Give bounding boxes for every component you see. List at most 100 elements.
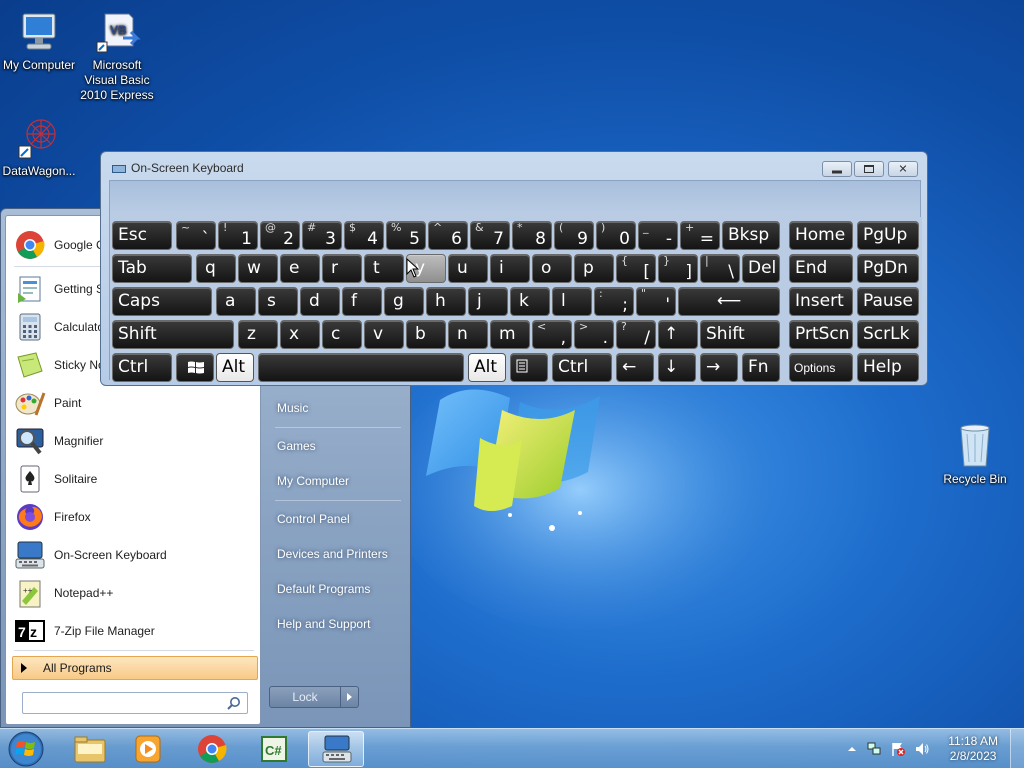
start-right-control-panel[interactable]: Control Panel <box>273 504 403 534</box>
start-right-games[interactable]: Games <box>273 431 403 461</box>
taskbar-chrome[interactable] <box>184 731 240 767</box>
key-u[interactable]: u <box>448 254 488 283</box>
key-space[interactable] <box>258 353 464 382</box>
desktop-icon-recycle-bin[interactable]: Recycle Bin <box>933 422 1017 487</box>
key-sym[interactable]: {[ <box>616 254 656 283</box>
key-scrlk[interactable]: ScrLk <box>857 320 919 349</box>
start-right-devices-printers[interactable]: Devices and Printers <box>273 539 403 569</box>
key-caps[interactable]: Caps <box>112 287 212 316</box>
key-sym[interactable]: >. <box>574 320 614 349</box>
key-fn[interactable]: Fn <box>742 353 780 382</box>
start-right-help-support[interactable]: Help and Support <box>273 609 403 639</box>
key-bksp[interactable]: Bksp <box>722 221 780 250</box>
key-7[interactable]: & 7 <box>470 221 510 250</box>
desktop-icon-my-computer[interactable]: My Computer <box>0 8 81 73</box>
key-w[interactable]: w <box>238 254 278 283</box>
key-b[interactable]: b <box>406 320 446 349</box>
start-item-solitaire[interactable]: Solitaire <box>8 460 256 498</box>
key-pause[interactable]: Pause <box>857 287 919 316</box>
key-del[interactable]: Del <box>742 254 780 283</box>
shutdown-options-arrow[interactable] <box>341 686 359 708</box>
key-menu[interactable] <box>510 353 548 382</box>
key-s[interactable]: s <box>258 287 298 316</box>
key-options[interactable]: Options <box>789 353 853 382</box>
taskbar-media-player[interactable] <box>120 731 176 767</box>
start-right-my-computer[interactable]: My Computer <box>273 466 403 496</box>
close-button[interactable]: ✕ <box>888 161 918 177</box>
key-6[interactable]: ^ 6 <box>428 221 468 250</box>
key-m[interactable]: m <box>490 320 530 349</box>
taskbar-csharp-express[interactable]: C# <box>246 731 302 767</box>
key-5[interactable]: % 5 <box>386 221 426 250</box>
key-f[interactable]: f <box>342 287 382 316</box>
key-a[interactable]: a <box>216 287 256 316</box>
key-ctrl[interactable]: Ctrl <box>112 353 172 382</box>
key-sym[interactable]: + = <box>680 221 720 250</box>
key-sym[interactable]: ? / <box>616 320 656 349</box>
key-end[interactable]: End <box>789 254 853 283</box>
key-3[interactable]: #3 <box>302 221 342 250</box>
key-v[interactable]: v <box>364 320 404 349</box>
start-item-7zip[interactable]: 7z 7-Zip File Manager <box>8 612 256 650</box>
key-g[interactable]: g <box>384 287 424 316</box>
key-q[interactable]: q <box>196 254 236 283</box>
start-item-firefox[interactable]: Firefox <box>8 498 256 536</box>
key-sym[interactable]: }] <box>658 254 698 283</box>
key-tab[interactable]: Tab <box>112 254 192 283</box>
key-backslash[interactable]: | \ <box>700 254 740 283</box>
key-pgup[interactable]: PgUp <box>857 221 919 250</box>
key-9[interactable]: (9 <box>554 221 594 250</box>
key-sym[interactable]: _ - <box>638 221 678 250</box>
key-c[interactable]: c <box>322 320 362 349</box>
start-right-default-programs[interactable]: Default Programs <box>273 574 403 604</box>
key-sym[interactable]: " ' <box>636 287 676 316</box>
key-j[interactable]: j <box>468 287 508 316</box>
start-item-paint[interactable]: Paint <box>8 384 256 422</box>
start-item-on-screen-keyboard[interactable]: On-Screen Keyboard <box>8 536 256 574</box>
desktop-icon-vb-express[interactable]: VB Microsoft Visual Basic 2010 Express <box>75 8 159 103</box>
key-enter[interactable]: ⟵ <box>678 287 780 316</box>
key-arrow-down[interactable]: ↓ <box>658 353 696 382</box>
key-ctrl[interactable]: Ctrl <box>552 353 612 382</box>
key-sym[interactable]: ~ ` <box>176 221 216 250</box>
all-programs-button[interactable]: All Programs <box>12 656 258 680</box>
restore-button[interactable] <box>854 161 884 177</box>
desktop-icon-datawagon[interactable]: DataWagon... <box>0 114 81 179</box>
key-windows[interactable] <box>176 353 214 382</box>
key-2[interactable]: @2 <box>260 221 300 250</box>
key-o[interactable]: o <box>532 254 572 283</box>
key-sym[interactable]: <, <box>532 320 572 349</box>
key-prtscn[interactable]: PrtScn <box>789 320 853 349</box>
network-tray[interactable] <box>866 741 882 757</box>
key-arrow-left[interactable]: ← <box>616 353 654 382</box>
key-l[interactable]: l <box>552 287 592 316</box>
key-r[interactable]: r <box>322 254 362 283</box>
key-i[interactable]: i <box>490 254 530 283</box>
lock-button[interactable]: Lock <box>269 686 341 708</box>
key-h[interactable]: h <box>426 287 466 316</box>
key-x[interactable]: x <box>280 320 320 349</box>
minimize-button[interactable] <box>822 161 852 177</box>
key-z[interactable]: z <box>238 320 278 349</box>
key-sym[interactable]: :; <box>594 287 634 316</box>
key-4[interactable]: $4 <box>344 221 384 250</box>
key-arrow-right[interactable]: → <box>700 353 738 382</box>
start-button[interactable] <box>5 730 47 768</box>
key-1[interactable]: ! 1 <box>218 221 258 250</box>
show-hidden-icons-button[interactable] <box>844 741 860 757</box>
key-shift[interactable]: Shift <box>700 320 780 349</box>
show-desktop-button[interactable] <box>1010 729 1024 768</box>
key-t[interactable]: t <box>364 254 404 283</box>
key-pgdn[interactable]: PgDn <box>857 254 919 283</box>
key-d[interactable]: d <box>300 287 340 316</box>
key-insert[interactable]: Insert <box>789 287 853 316</box>
key-esc[interactable]: Esc <box>112 221 172 250</box>
key-alt[interactable]: Alt <box>216 353 254 382</box>
start-right-music[interactable]: Music <box>273 393 403 423</box>
start-item-notepad-plus[interactable]: ++ Notepad++ <box>8 574 256 612</box>
key-alt[interactable]: Alt <box>468 353 506 382</box>
clock[interactable]: 11:18 AM 2/8/2023 <box>948 734 998 764</box>
start-search-input[interactable] <box>22 692 248 714</box>
key-shift[interactable]: Shift <box>112 320 234 349</box>
key-help[interactable]: Help <box>857 353 919 382</box>
